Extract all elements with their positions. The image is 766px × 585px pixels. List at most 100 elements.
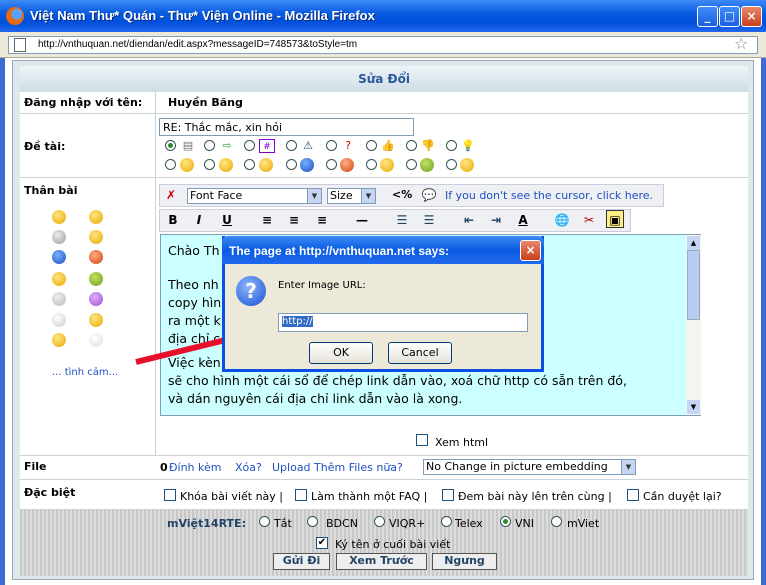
upload-link[interactable]: Upload Thêm Files nữa? <box>272 461 403 474</box>
post-icon-radio-13[interactable] <box>326 159 337 170</box>
post-icon-radio-14[interactable] <box>366 159 377 170</box>
page-icon <box>14 38 26 52</box>
post-icon-radio-7[interactable] <box>406 140 417 151</box>
rte-option-vni: VNI <box>515 517 534 530</box>
remove-format-icon[interactable]: ✗ <box>162 186 180 204</box>
emoticon-tongue[interactable] <box>52 272 66 286</box>
minimize-button[interactable]: _ <box>697 6 718 27</box>
font-face-select[interactable]: Font Face ▼ <box>187 188 322 204</box>
cursor-hint-link[interactable]: If you don't see the cursor, click here. <box>445 189 653 202</box>
post-icon-radio-11[interactable] <box>244 159 255 170</box>
cancel-button[interactable]: Cancel <box>388 342 452 364</box>
lock-post-label: Khóa bài viết này | <box>180 490 283 503</box>
cut-icon[interactable]: <% <box>392 186 412 204</box>
more-emotions-link[interactable]: ... tình cảm... <box>52 367 118 378</box>
maximize-button[interactable]: □ <box>719 6 740 27</box>
subject-input[interactable]: RE: Thắc mắc, xin hỏi <box>159 118 414 136</box>
close-window-button[interactable]: × <box>741 6 762 27</box>
unordered-list-icon[interactable]: ☰ <box>420 211 438 229</box>
post-icon-radio-5[interactable] <box>326 140 337 151</box>
post-icon-radio-15[interactable] <box>406 159 417 170</box>
emoticon-eyes[interactable] <box>52 333 66 347</box>
scroll-down-icon[interactable]: ▼ <box>687 400 700 414</box>
emoticon-shock[interactable] <box>52 313 66 327</box>
speech-icon[interactable]: 💬 <box>420 186 438 204</box>
post-icon-radio-16[interactable] <box>446 159 457 170</box>
post-icon-radio-8[interactable] <box>446 140 457 151</box>
ok-button[interactable]: OK <box>309 342 373 364</box>
send-button[interactable]: Gửi Đi <box>273 553 330 570</box>
rte-radio-telex[interactable] <box>441 516 452 527</box>
rte-option-telex: Telex <box>455 517 483 530</box>
thumbs-down-icon: 👎 <box>421 139 435 152</box>
emoticon-other[interactable] <box>89 333 103 347</box>
indent-icon[interactable]: ⇥ <box>487 211 505 229</box>
picture-embedding-select[interactable]: No Change in picture embedding ▼ <box>423 459 636 475</box>
url-text[interactable]: http://vnthuquan.net/diendan/edit.aspx?m… <box>38 39 357 50</box>
post-icon-radio-10[interactable] <box>204 159 215 170</box>
pin-top-label: Đem bài này lên trên cùng | <box>458 490 612 503</box>
attach-link[interactable]: Đính kèm <box>169 461 221 474</box>
rte-radio-viqr[interactable] <box>374 516 385 527</box>
post-icon-radio-3[interactable] <box>244 140 255 151</box>
text-color-icon[interactable]: A <box>514 211 532 229</box>
rte-radio-tat[interactable] <box>259 516 270 527</box>
faq-checkbox[interactable] <box>295 489 307 501</box>
xem-html-checkbox[interactable] <box>416 434 428 446</box>
dialog-close-button[interactable]: × <box>520 240 541 261</box>
rte-radio-vni[interactable] <box>500 516 511 527</box>
underline-icon[interactable]: U <box>218 211 236 229</box>
emoticon-smile[interactable] <box>52 210 66 224</box>
delete-link[interactable]: Xóa? <box>235 461 262 474</box>
scroll-up-icon[interactable]: ▲ <box>687 236 700 250</box>
post-icon-radio-4[interactable] <box>286 140 297 151</box>
pin-top-checkbox[interactable] <box>442 489 454 501</box>
rte-radio-bdcn[interactable] <box>307 516 318 527</box>
rte-label: mViệt14RTE: <box>167 517 246 530</box>
scroll-thumb[interactable] <box>687 250 700 320</box>
outdent-icon[interactable]: ⇤ <box>460 211 478 229</box>
emoticon-sick[interactable] <box>89 272 103 286</box>
font-size-select[interactable]: Size ▼ <box>327 188 376 204</box>
italic-icon[interactable]: I <box>190 211 208 229</box>
signature-checkbox[interactable]: ✔ <box>316 537 328 549</box>
align-center-icon[interactable]: ≡ <box>285 211 303 229</box>
horizontal-rule-icon[interactable]: — <box>353 211 371 229</box>
post-icon-radio-2[interactable] <box>204 140 215 151</box>
post-icon-radio-6[interactable] <box>366 140 377 151</box>
unlink-icon[interactable]: ✂ <box>580 211 598 229</box>
column-divider <box>155 92 156 510</box>
bookmark-star-icon[interactable]: ☆ <box>734 34 748 53</box>
lock-post-checkbox[interactable] <box>164 489 176 501</box>
special-label: Đặc biệt <box>24 486 76 499</box>
note-icon: ▤ <box>182 139 194 152</box>
chevron-down-icon: ▼ <box>621 460 635 474</box>
rte-radio-mviet[interactable] <box>551 516 562 527</box>
stop-button[interactable]: Ngưng <box>432 553 497 570</box>
emoticon-blue[interactable] <box>52 250 66 264</box>
post-icon-radio-1[interactable] <box>165 140 176 151</box>
emoticon-surprise[interactable] <box>89 313 103 327</box>
emoticon-grin[interactable] <box>89 210 103 224</box>
emoticon-wink[interactable] <box>89 230 103 244</box>
hyperlink-icon[interactable]: 🌐 <box>553 211 571 229</box>
rte-option-tat: Tắt <box>274 517 292 530</box>
insert-image-icon[interactable]: ▣ <box>606 210 624 228</box>
window-title: Việt Nam Thư* Quán - Thư* Viện Online - … <box>30 8 375 23</box>
image-url-value: http:// <box>282 316 313 327</box>
bold-icon[interactable]: B <box>164 211 182 229</box>
dialog-title: The page at http://vnthuquan.net says: <box>229 244 450 258</box>
post-icon-radio-9[interactable] <box>165 159 176 170</box>
editor-line-1: Chào Th <box>168 243 220 258</box>
align-right-icon[interactable]: ≡ <box>313 211 331 229</box>
ordered-list-icon[interactable]: ☰ <box>393 211 411 229</box>
emoticon-dice[interactable] <box>52 292 66 306</box>
post-icon-radio-12[interactable] <box>286 159 297 170</box>
align-left-icon[interactable]: ≡ <box>258 211 276 229</box>
image-url-input[interactable]: http:// <box>278 313 528 332</box>
emoticon-purple[interactable] <box>89 292 103 306</box>
emoticon-cool[interactable] <box>52 230 66 244</box>
preview-button[interactable]: Xem Trước <box>336 553 427 570</box>
emoticon-angry[interactable] <box>89 250 103 264</box>
review-checkbox[interactable] <box>627 489 639 501</box>
